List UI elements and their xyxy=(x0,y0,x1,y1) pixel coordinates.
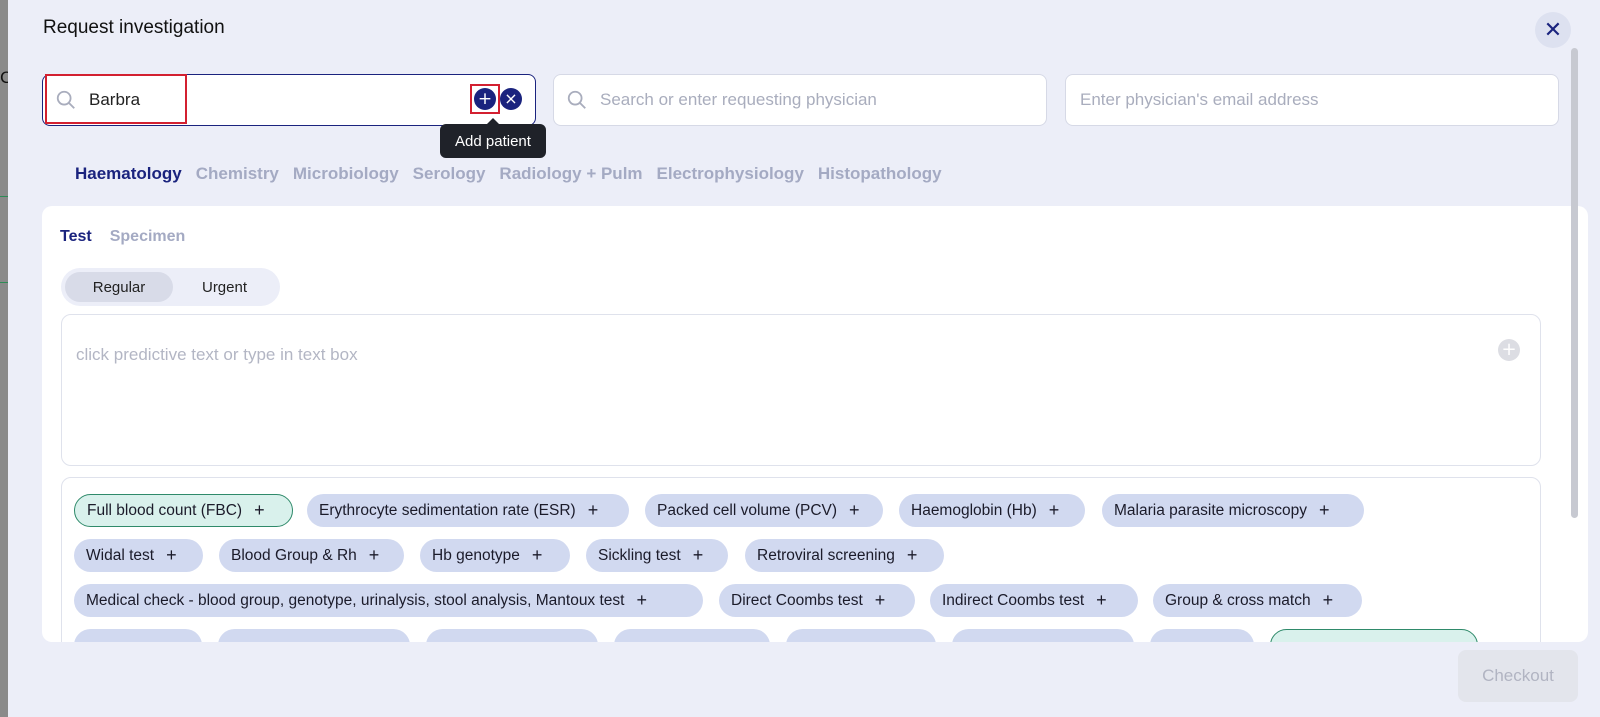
tab-specimen[interactable]: Specimen xyxy=(110,228,186,246)
test-chip[interactable]: Hb genotype + xyxy=(420,539,570,572)
chip-label: Blood Group & Rh xyxy=(231,546,357,564)
physician-email-field[interactable] xyxy=(1066,89,1558,111)
checkout-button[interactable]: Checkout xyxy=(1458,650,1578,702)
tab-serology[interactable]: Serology xyxy=(413,164,486,184)
plus-icon: + xyxy=(692,545,704,565)
tab-chemistry[interactable]: Chemistry xyxy=(196,164,279,184)
plus-icon: + xyxy=(1318,500,1330,520)
background-divider xyxy=(0,196,8,197)
plus-icon: + xyxy=(368,545,380,565)
test-chip[interactable]: Packed cell volume (PCV) + xyxy=(645,494,883,527)
plus-icon: + xyxy=(636,590,647,610)
tab-radiology-pulm[interactable]: Radiology + Pulm xyxy=(499,164,642,184)
test-chip[interactable]: Sickling test + xyxy=(586,539,728,572)
plus-icon: + xyxy=(1322,590,1334,610)
test-chip-clipped[interactable] xyxy=(952,629,1134,642)
plus-icon: + xyxy=(531,545,543,565)
request-investigation-modal: Request investigation ✕ + × Add patient … xyxy=(8,0,1600,717)
test-input-area[interactable]: click predictive text or type in text bo… xyxy=(61,314,1541,466)
add-patient-tooltip: Add patient xyxy=(440,118,546,158)
plus-icon: + xyxy=(166,545,177,565)
test-chip-clipped[interactable] xyxy=(74,629,202,642)
plus-icon: + xyxy=(849,500,860,520)
plus-icon: + xyxy=(1096,590,1107,610)
test-chip[interactable]: Haemoglobin (Hb) + xyxy=(899,494,1085,527)
clear-patient-button[interactable]: × xyxy=(500,88,522,110)
test-chip[interactable]: Widal test + xyxy=(74,539,203,572)
physician-search-box xyxy=(553,74,1047,126)
chip-label: Erythrocyte sedimentation rate (ESR) xyxy=(319,501,576,519)
chip-label: Haemoglobin (Hb) xyxy=(911,501,1037,519)
email-field-box xyxy=(1065,74,1559,126)
test-panel: Test Specimen Regular Urgent click predi… xyxy=(42,206,1588,642)
test-chip-clipped[interactable] xyxy=(1150,629,1254,642)
add-patient-highlight xyxy=(470,84,500,114)
test-input-placeholder: click predictive text or type in text bo… xyxy=(76,345,358,364)
test-chip[interactable]: Group & cross match + xyxy=(1153,584,1362,617)
test-chip[interactable]: Retroviral screening + xyxy=(745,539,944,572)
background-page: C xyxy=(0,0,11,717)
test-chip[interactable]: Indirect Coombs test + xyxy=(930,584,1138,617)
modal-scrollbar[interactable] xyxy=(1571,48,1578,518)
close-modal-button[interactable]: ✕ xyxy=(1535,12,1571,48)
priority-toggle: Regular Urgent xyxy=(61,268,280,306)
test-chip-clipped[interactable] xyxy=(1270,629,1478,642)
chip-label: Medical check - blood group, genotype, u… xyxy=(86,591,625,609)
chip-label: Malaria parasite microscopy xyxy=(1114,501,1307,519)
chip-label: Hb genotype xyxy=(432,546,520,564)
tab-microbiology[interactable]: Microbiology xyxy=(293,164,399,184)
close-icon: ✕ xyxy=(1543,17,1563,43)
test-chip[interactable]: Erythrocyte sedimentation rate (ESR) + xyxy=(307,494,629,527)
test-chip[interactable]: Direct Coombs test + xyxy=(719,584,915,617)
suggested-tests: Full blood count (FBC) + Erythrocyte sedi… xyxy=(61,477,1541,642)
priority-urgent-option[interactable]: Urgent xyxy=(173,272,276,302)
chip-label: Retroviral screening xyxy=(757,546,895,564)
tab-test[interactable]: Test xyxy=(60,228,92,246)
test-chip-clipped[interactable] xyxy=(426,629,598,642)
chip-label: Indirect Coombs test xyxy=(942,591,1085,609)
test-chip[interactable]: Malaria parasite microscopy + xyxy=(1102,494,1364,527)
tab-haematology[interactable]: Haematology xyxy=(75,164,182,184)
background-divider xyxy=(0,282,8,283)
add-test-icon[interactable]: + xyxy=(1498,339,1520,361)
test-chip-clipped[interactable] xyxy=(614,629,770,642)
chip-label: Group & cross match xyxy=(1165,591,1311,609)
sub-tabs: Test Specimen xyxy=(60,228,185,246)
test-chip[interactable]: Medical check - blood group, genotype, u… xyxy=(74,584,703,617)
plus-icon: + xyxy=(587,500,599,520)
chip-label: Direct Coombs test xyxy=(731,591,863,609)
test-chip[interactable]: Blood Group & Rh + xyxy=(219,539,404,572)
tab-histopathology[interactable]: Histopathology xyxy=(818,164,942,184)
modal-title: Request investigation xyxy=(43,17,225,38)
chip-label: Widal test xyxy=(86,546,155,564)
test-chip-clipped[interactable] xyxy=(218,629,410,642)
tab-electrophysiology[interactable]: Electrophysiology xyxy=(657,164,804,184)
plus-icon: + xyxy=(906,545,918,565)
category-tabs: Haematology Chemistry Microbiology Serol… xyxy=(75,164,942,184)
priority-regular-option[interactable]: Regular xyxy=(65,272,173,302)
plus-icon: + xyxy=(1048,500,1060,520)
plus-icon: + xyxy=(874,590,886,610)
chip-label: Packed cell volume (PCV) xyxy=(657,501,838,519)
search-icon xyxy=(567,90,586,109)
plus-icon: + xyxy=(254,500,265,520)
chip-label: Sickling test xyxy=(598,546,681,564)
patient-input-highlight xyxy=(45,74,187,124)
test-chip[interactable]: Full blood count (FBC) + xyxy=(74,494,293,527)
chip-label: Full blood count (FBC) xyxy=(87,501,243,519)
physician-search-input[interactable] xyxy=(598,89,1046,111)
test-chip-clipped[interactable] xyxy=(786,629,936,642)
